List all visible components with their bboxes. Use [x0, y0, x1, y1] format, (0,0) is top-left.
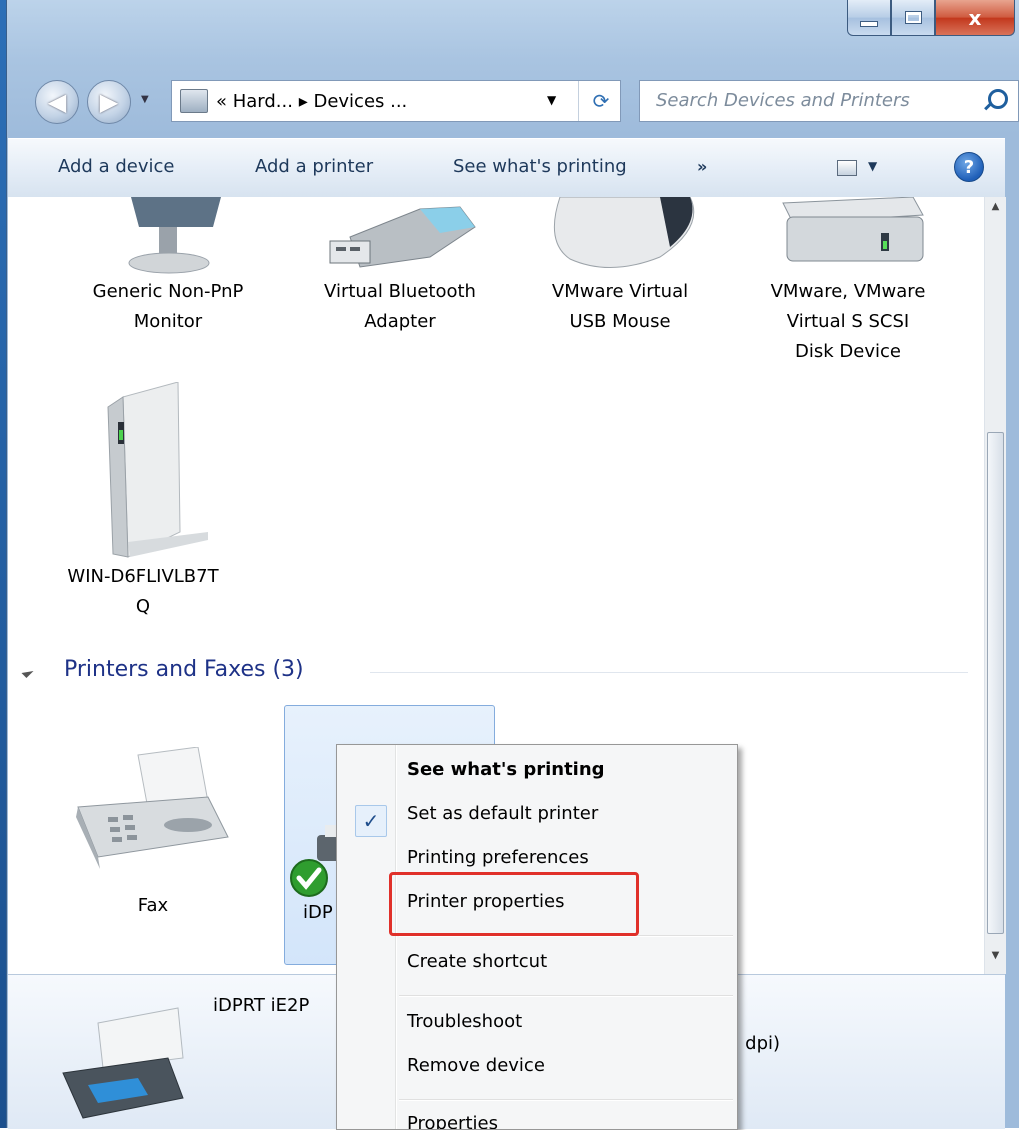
device-name: WIN-D6FLIVLB7T Q	[67, 566, 219, 617]
collapse-triangle-icon[interactable]	[21, 665, 34, 679]
device-name: Fax	[137, 895, 169, 916]
device-tile[interactable]: Generic Non-PnP Monitor	[48, 197, 288, 337]
see-whats-printing-button[interactable]: See what's printing	[453, 156, 627, 177]
back-button[interactable]: ◀	[35, 80, 79, 124]
refresh-button[interactable]: ⟳	[578, 81, 623, 121]
context-menu: ✓ See what's printing Set as default pri…	[336, 744, 738, 1130]
device-name: VMware, VMware Virtual S SCSI Disk Devic…	[770, 281, 926, 362]
view-dropdown-icon[interactable]: ▼	[868, 159, 877, 173]
menu-item-set-default-printer[interactable]: Set as default printer	[407, 803, 598, 824]
menu-item-create-shortcut[interactable]: Create shortcut	[407, 951, 547, 972]
breadcrumb[interactable]: « Hard... ▸ Devices ...	[216, 91, 407, 112]
printer-large-icon	[62, 1007, 184, 1119]
forward-arrow-icon: ▶	[99, 88, 119, 116]
close-icon: x	[968, 5, 982, 30]
navigation-bar: ◀ ▶ ▼ « Hard... ▸ Devices ... ▼ ⟳ Search…	[31, 66, 1019, 138]
device-name: Virtual Bluetooth Adapter	[324, 281, 476, 332]
address-dropdown-icon[interactable]: ▼	[547, 93, 556, 107]
address-bar[interactable]: « Hard... ▸ Devices ... ▼ ⟳	[171, 80, 621, 122]
device-tile[interactable]: VMware, VMware Virtual S SCSI Disk Devic…	[728, 197, 968, 367]
checkmark-icon: ✓	[355, 805, 387, 837]
monitor-icon	[128, 197, 221, 274]
details-device-name: iDPRT iE2P	[213, 995, 310, 1016]
help-button[interactable]: ?	[954, 152, 984, 182]
menu-gutter	[395, 745, 397, 1129]
minimize-icon	[860, 20, 878, 27]
scrollbar-thumb[interactable]	[987, 432, 1004, 934]
menu-item-printing-preferences[interactable]: Printing preferences	[407, 847, 589, 868]
highlight-annotation-box	[389, 872, 639, 936]
menu-item-troubleshoot[interactable]: Troubleshoot	[407, 1011, 522, 1032]
add-device-button[interactable]: Add a device	[58, 156, 174, 177]
scroll-up-arrow-icon[interactable]: ▲	[985, 201, 1006, 221]
group-title: Printers and Faxes (3)	[64, 657, 304, 682]
forward-button[interactable]: ▶	[87, 80, 131, 124]
search-input[interactable]: Search Devices and Printers	[656, 90, 910, 111]
fax-icon	[76, 747, 229, 869]
menu-item-see-whats-printing[interactable]: See what's printing	[407, 759, 605, 780]
device-name: iDP	[303, 902, 333, 923]
maximize-icon	[904, 11, 922, 24]
default-checkmark-icon	[290, 859, 328, 897]
device-name: VMware Virtual USB Mouse	[551, 281, 689, 332]
search-icon[interactable]	[988, 89, 1008, 109]
menu-separator	[399, 1099, 733, 1101]
recent-pages-dropdown-icon[interactable]: ▼	[141, 94, 149, 105]
close-button[interactable]: x	[935, 0, 1015, 36]
scroll-down-arrow-icon[interactable]: ▼	[985, 950, 1006, 970]
devices-printers-icon	[180, 89, 208, 113]
device-tile[interactable]: VMware Virtual USB Mouse	[500, 197, 740, 337]
caption-buttons: x	[847, 0, 1015, 36]
group-divider	[370, 672, 968, 673]
minimize-button[interactable]	[847, 0, 891, 36]
refresh-icon: ⟳	[592, 89, 610, 113]
device-tile[interactable]: WIN-D6FLIVLB7T Q	[48, 382, 238, 622]
back-arrow-icon: ◀	[47, 88, 67, 116]
mouse-icon	[553, 197, 695, 268]
vertical-scrollbar[interactable]: ▲ ▼	[984, 197, 1006, 974]
menu-item-remove-device[interactable]: Remove device	[407, 1055, 545, 1076]
menu-separator	[399, 995, 733, 997]
menu-item-properties[interactable]: Properties	[407, 1113, 498, 1129]
search-box[interactable]: Search Devices and Printers	[639, 80, 1019, 122]
overflow-chevron-icon[interactable]: »	[697, 157, 707, 176]
usb-bluetooth-adapter-icon	[329, 206, 476, 268]
hard-disk-icon	[782, 197, 924, 262]
command-bar: Add a device Add a printer See what's pr…	[8, 138, 1005, 198]
help-icon: ?	[963, 156, 975, 178]
device-tile[interactable]: Virtual Bluetooth Adapter	[280, 197, 520, 337]
add-printer-button[interactable]: Add a printer	[255, 156, 373, 177]
printers-group-header[interactable]: Printers and Faxes (3)	[21, 655, 968, 695]
device-name: Generic Non-PnP Monitor	[92, 281, 244, 332]
maximize-button[interactable]	[891, 0, 935, 36]
device-tile[interactable]: Fax	[48, 747, 258, 921]
computer-tower-icon	[107, 382, 208, 558]
change-view-icon[interactable]	[837, 160, 857, 176]
